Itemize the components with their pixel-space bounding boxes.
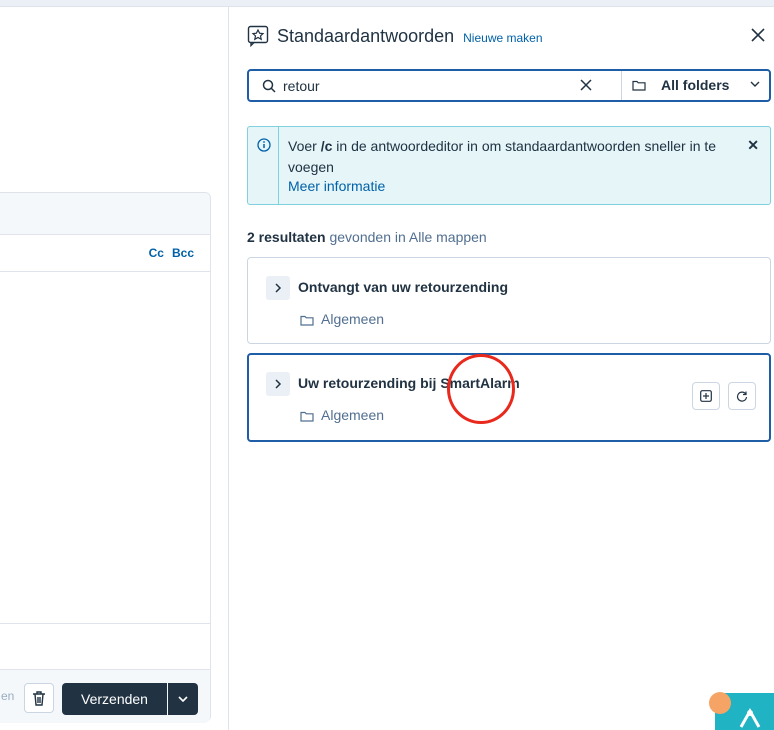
snippet-card[interactable]: Ontvangt van uw retourzending Algemeen [247,257,771,344]
expand-button[interactable] [266,276,290,300]
cc-link[interactable]: Cc [149,246,164,260]
search-input[interactable]: retour [283,78,320,94]
panel-title: Standaardantwoorden [277,25,455,46]
delete-button[interactable] [24,683,54,713]
editor-header [0,193,210,235]
top-bar [0,0,774,7]
insert-snippet-button[interactable] [692,382,720,410]
new-snippet-link[interactable]: Nieuwe maken [463,31,542,45]
insert-icon [700,390,712,402]
search-bar: retour All folders [247,69,771,102]
folder-icon [300,315,314,326]
folder-icon [300,411,314,422]
search-icon [262,79,276,93]
highlight-ring [447,354,515,424]
chevron-down-icon [178,696,188,702]
clear-icon[interactable] [580,79,592,91]
divider [621,71,622,100]
divider [0,623,210,624]
trash-icon [33,690,45,706]
chevron-right-icon [274,379,281,389]
more-info-link[interactable]: Meer informatie [288,178,385,194]
footer-clipped-text: en [1,689,15,703]
info-text: Voer /c in de antwoordeditor in om stand… [288,138,717,175]
cc-bcc-links: Cc Bcc [141,246,194,260]
refresh-button[interactable] [728,382,756,410]
snippet-title: Ontvangt van uw retourzending [298,279,509,295]
snippet-folder: Algemeen [321,407,385,423]
folder-dropdown[interactable]: All folders [661,77,729,93]
dismiss-alert-button[interactable]: ✕ [747,137,759,154]
expand-button[interactable] [266,372,290,396]
email-editor: Cc Bcc en Verzenden [0,192,211,723]
chevron-down-icon [750,81,760,87]
send-button[interactable]: Verzenden [62,683,167,715]
editor-footer: en Verzenden [0,669,210,723]
send-options-button[interactable] [168,683,198,715]
divider [0,271,210,272]
close-icon[interactable] [750,27,766,43]
refresh-icon [736,391,748,402]
chat-avatar-badge [709,692,731,714]
bcc-link[interactable]: Bcc [172,246,194,260]
folder-icon [632,80,646,91]
chevron-right-icon [274,283,281,293]
divider [278,127,279,204]
snippet-folder: Algemeen [321,311,385,327]
info-alert: Voer /c in de antwoordeditor in om stand… [247,126,771,205]
results-summary: 2 resultaten gevonden in Alle mappen [247,229,487,245]
template-icon [247,25,269,47]
panel-header: Standaardantwoorden Nieuwe maken [247,25,543,47]
info-icon [257,138,271,152]
